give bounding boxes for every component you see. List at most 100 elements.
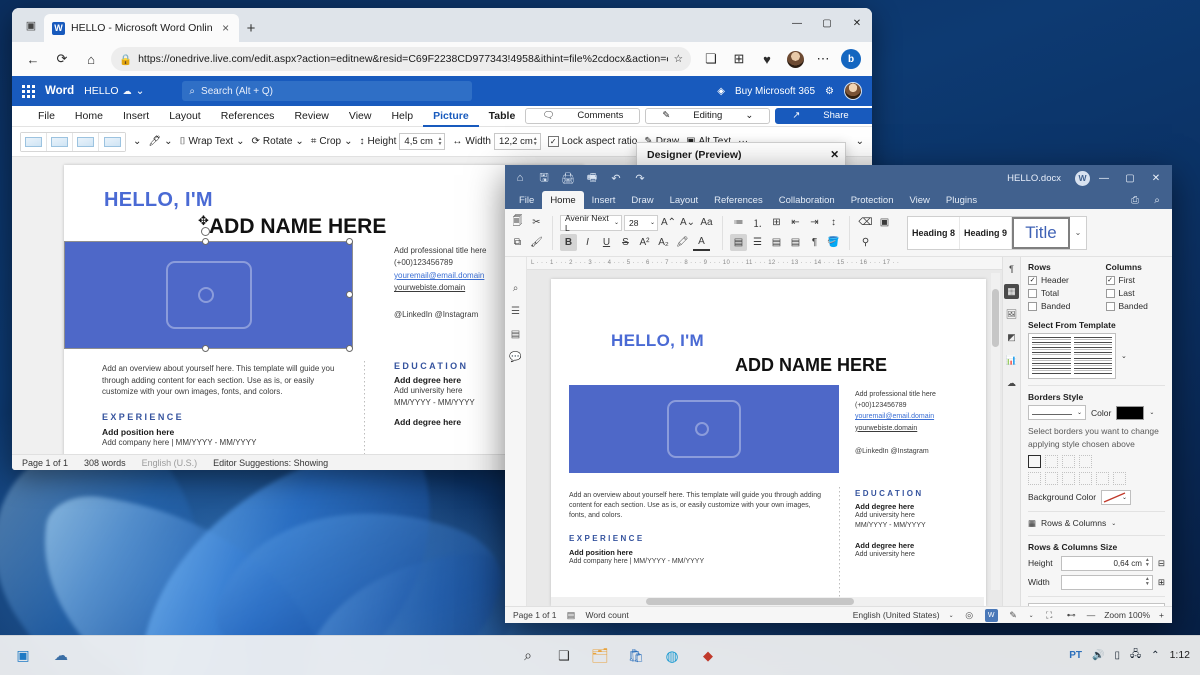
- status-word-count[interactable]: Word count: [585, 610, 628, 620]
- shape-pane-icon[interactable]: ◩: [1004, 330, 1019, 345]
- search-icon[interactable]: ⌕: [517, 645, 539, 667]
- image-pane-icon[interactable]: 🖼: [1004, 307, 1019, 322]
- new-style-icon[interactable]: ▣: [876, 214, 893, 231]
- cloud-pane-icon[interactable]: ☁: [1004, 376, 1019, 391]
- multilevel-list-icon[interactable]: ⊞: [768, 214, 785, 231]
- picture-styles-more-icon[interactable]: ⌄: [133, 136, 141, 147]
- border-color-swatch[interactable]: [1116, 406, 1144, 420]
- tab-home[interactable]: Home: [542, 191, 583, 209]
- font-name-select[interactable]: Avenir Next L⌄: [560, 215, 622, 231]
- zoom-out-button[interactable]: —: [1087, 610, 1096, 620]
- decrease-indent-icon[interactable]: ⇤: [787, 214, 804, 231]
- copilot-icon[interactable]: b: [838, 46, 864, 72]
- browser-essentials-icon[interactable]: ♥: [754, 46, 780, 72]
- resize-handle-right[interactable]: [346, 291, 353, 298]
- tab-list-icon[interactable]: ▣: [18, 12, 44, 38]
- tab-draw[interactable]: Draw: [623, 191, 661, 209]
- resize-handle-top-right[interactable]: [346, 238, 353, 245]
- superscript-icon[interactable]: A²: [636, 234, 653, 251]
- resize-handle-top[interactable]: [202, 238, 209, 245]
- status-language[interactable]: English (U.S.): [142, 458, 198, 468]
- network-icon[interactable]: 🖧: [1130, 647, 1141, 664]
- rotate-button[interactable]: ⟳ Rotate ⌄: [252, 136, 304, 147]
- tab-picture[interactable]: Picture: [423, 106, 479, 127]
- numbering-icon[interactable]: ⒈: [749, 214, 766, 231]
- status-editor[interactable]: Editor Suggestions: Showing: [213, 458, 328, 468]
- border-inner-icon[interactable]: [1079, 455, 1092, 468]
- width-input[interactable]: 12,2 cm ▲▼: [494, 133, 541, 150]
- cut-icon[interactable]: ✂: [528, 214, 545, 231]
- new-tab-button[interactable]: +: [247, 20, 256, 37]
- close-icon[interactable]: ✕: [830, 149, 839, 161]
- minimize-button[interactable]: —: [1092, 167, 1116, 189]
- picture-style-1[interactable]: [21, 133, 47, 151]
- paragraph-pane-icon[interactable]: ¶: [1004, 261, 1019, 276]
- wps-icon[interactable]: W: [985, 609, 998, 622]
- styles-more-icon[interactable]: ⌄: [1070, 217, 1086, 249]
- tab-home[interactable]: Home: [65, 106, 113, 127]
- wps-office-icon[interactable]: ◆: [697, 645, 719, 667]
- close-button[interactable]: ✕: [1144, 167, 1168, 189]
- clock[interactable]: 1:12: [1170, 649, 1190, 661]
- refresh-icon[interactable]: ⟳: [49, 46, 75, 72]
- avatar[interactable]: W: [1075, 171, 1090, 186]
- app-launcher-icon[interactable]: [22, 85, 35, 98]
- chevron-down-icon[interactable]: ⌄: [136, 85, 145, 97]
- star-icon[interactable]: ☆: [674, 53, 683, 65]
- vertical-scrollbar[interactable]: [991, 273, 1000, 590]
- avatar[interactable]: [844, 82, 862, 100]
- table-template-preview[interactable]: [1028, 333, 1116, 379]
- maximize-button[interactable]: ▢: [1118, 167, 1142, 189]
- save-icon[interactable]: 🖫: [533, 168, 555, 188]
- home-icon[interactable]: ⌂: [509, 168, 531, 188]
- align-right-icon[interactable]: ▤: [768, 234, 785, 251]
- bold-icon[interactable]: B: [560, 234, 577, 251]
- print-icon[interactable]: 🖨: [557, 168, 579, 188]
- tab-help[interactable]: Help: [381, 106, 423, 127]
- justify-icon[interactable]: ▤: [787, 234, 804, 251]
- chevron-down-icon[interactable]: ⌄: [1029, 612, 1034, 619]
- scrollbar-thumb[interactable]: [992, 289, 999, 347]
- page-view-icon[interactable]: ⊷: [1065, 609, 1078, 622]
- column-width-input[interactable]: ▲▼: [1061, 575, 1153, 590]
- picture-style-3[interactable]: [73, 133, 99, 151]
- picture-style-2[interactable]: [47, 133, 73, 151]
- home-icon[interactable]: ⌂: [78, 46, 104, 72]
- wps-document-page[interactable]: HELLO, I'M ADD NAME HERE Add professiona…: [551, 279, 986, 606]
- border-diagonal-icon[interactable]: [1113, 472, 1126, 485]
- close-tab-icon[interactable]: ×: [219, 21, 233, 35]
- task-view-icon[interactable]: ❑: [553, 645, 575, 667]
- status-language[interactable]: English (United States): [853, 610, 940, 620]
- tab-references[interactable]: References: [706, 191, 771, 209]
- editing-button[interactable]: ✎ Editing ⌄: [645, 108, 770, 124]
- start-button[interactable]: [481, 645, 503, 667]
- resize-handle-bottom[interactable]: [202, 345, 209, 352]
- font-size-select[interactable]: 28⌄: [624, 215, 658, 231]
- tab-insert[interactable]: Insert: [584, 191, 624, 209]
- comments-pane-icon[interactable]: 💬: [509, 352, 521, 363]
- share-doc-icon[interactable]: ⎙: [1124, 191, 1146, 209]
- tab-protection[interactable]: Protection: [843, 191, 902, 209]
- tab-table[interactable]: Table: [479, 106, 526, 127]
- outline-pane-icon[interactable]: ☰: [511, 306, 520, 317]
- spellcheck-icon[interactable]: ◎: [963, 609, 976, 622]
- template-more-icon[interactable]: ⌄: [1121, 352, 1127, 360]
- zoom-in-button[interactable]: +: [1159, 610, 1164, 620]
- chevron-up-icon[interactable]: ⌃: [1151, 650, 1159, 661]
- highlight-icon[interactable]: 🖍: [674, 234, 691, 251]
- border-left-icon[interactable]: [1028, 472, 1041, 485]
- tab-collaboration[interactable]: Collaboration: [771, 191, 843, 209]
- widgets-icon[interactable]: ▣: [12, 645, 34, 667]
- rows-banded-checkbox[interactable]: Banded: [1028, 301, 1088, 311]
- rows-columns-expander[interactable]: ▦ Rows & Columns ⌄: [1028, 518, 1165, 529]
- maximize-button[interactable]: ▢: [812, 8, 842, 38]
- copy-icon[interactable]: ⧉: [509, 234, 526, 251]
- shrink-font-icon[interactable]: A⌄: [679, 214, 696, 231]
- browser-tab[interactable]: W HELLO - Microsoft Word Onlin ×: [44, 14, 239, 42]
- borders-style-select[interactable]: ⌄: [1028, 405, 1086, 420]
- scrollbar-thumb[interactable]: [646, 598, 854, 605]
- border-bottom-icon[interactable]: [1079, 472, 1092, 485]
- font-color-icon[interactable]: A: [693, 234, 710, 251]
- wrap-text-button[interactable]: ⌷ Wrap Text ⌄: [179, 136, 244, 147]
- border-all-icon[interactable]: [1028, 455, 1041, 468]
